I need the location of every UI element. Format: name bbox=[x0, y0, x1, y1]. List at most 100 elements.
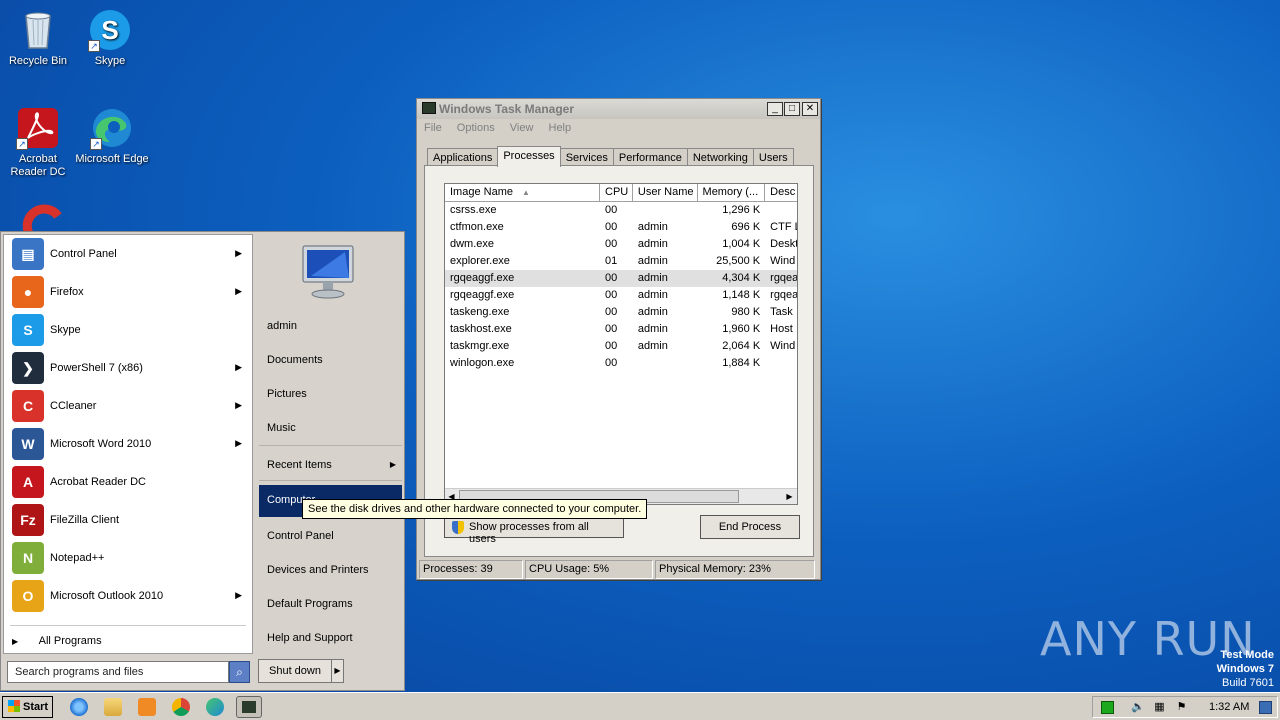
green-status-icon[interactable] bbox=[1101, 701, 1114, 714]
network-icon[interactable]: ▦ bbox=[1153, 701, 1166, 714]
process-user: admin bbox=[637, 340, 668, 352]
close-button[interactable]: ✕ bbox=[802, 102, 818, 116]
media-player-icon[interactable] bbox=[138, 698, 156, 716]
desktop-icon-label: Skype bbox=[94, 55, 126, 67]
process-row[interactable]: taskeng.exe 00 admin 980 K Task bbox=[445, 304, 797, 321]
desktop-icon-label: Recycle Bin bbox=[8, 55, 68, 67]
program-label: Control Panel bbox=[50, 248, 117, 260]
build-label: Build 7601 bbox=[1222, 677, 1274, 689]
end-process-button[interactable]: End Process bbox=[700, 515, 800, 539]
column-memory[interactable]: Memory (... bbox=[698, 184, 766, 201]
process-memory: 25,500 K bbox=[716, 255, 761, 267]
program-item[interactable]: N Notepad++ bbox=[4, 539, 252, 577]
program-item[interactable]: ❯ PowerShell 7 (x86) ▶ bbox=[4, 349, 252, 387]
program-label: PowerShell 7 (x86) bbox=[50, 362, 143, 374]
program-item[interactable]: ▤ Control Panel ▶ bbox=[4, 235, 252, 273]
process-user bbox=[633, 355, 698, 372]
filezilla-icon: Fz bbox=[12, 504, 44, 536]
show-all-processes-button[interactable]: Show processes from all users bbox=[444, 516, 624, 545]
program-item[interactable]: A Acrobat Reader DC bbox=[4, 463, 252, 501]
edge-icon[interactable] bbox=[206, 698, 224, 716]
process-user: admin bbox=[637, 289, 668, 301]
recent-items-link[interactable]: Recent Items ▶ bbox=[259, 452, 402, 478]
process-row[interactable]: ctfmon.exe 00 admin 696 K CTF L bbox=[445, 219, 797, 236]
menu-file[interactable]: File bbox=[424, 122, 442, 134]
music-link[interactable]: Music bbox=[259, 415, 402, 441]
process-row[interactable]: dwm.exe 00 admin 1,004 K Deskt bbox=[445, 236, 797, 253]
outlook-icon: O bbox=[12, 580, 44, 612]
search-input[interactable]: Search programs and files bbox=[7, 661, 229, 683]
process-memory: 696 K bbox=[731, 221, 761, 233]
default-programs-link[interactable]: Default Programs bbox=[259, 591, 402, 617]
control-panel-link[interactable]: Control Panel bbox=[259, 523, 402, 549]
program-item[interactable]: W Microsoft Word 2010 ▶ bbox=[4, 425, 252, 463]
column-description[interactable]: Desc bbox=[765, 184, 797, 201]
process-user: admin bbox=[637, 323, 668, 335]
help-support-link[interactable]: Help and Support bbox=[259, 625, 402, 651]
action-center-flag-icon[interactable]: ⚑ bbox=[1175, 701, 1188, 714]
menu-view[interactable]: View bbox=[510, 122, 534, 134]
internet-explorer-icon[interactable] bbox=[70, 698, 88, 716]
column-user-name[interactable]: User Name bbox=[633, 184, 698, 201]
start-button[interactable]: Start bbox=[2, 696, 53, 718]
process-name: csrss.exe bbox=[450, 204, 497, 216]
all-programs-button[interactable]: ▶ All Programs bbox=[12, 635, 102, 647]
process-row[interactable]: taskmgr.exe 00 admin 2,064 K Wind bbox=[445, 338, 797, 355]
user-admin-link[interactable]: admin bbox=[259, 313, 402, 339]
shortcut-arrow-icon: ↗ bbox=[88, 40, 100, 52]
desktop-icon-acrobat[interactable]: ↗ Acrobat Reader DC bbox=[0, 106, 76, 179]
desktop-icon-skype[interactable]: S ↗ Skype bbox=[72, 8, 148, 68]
column-cpu[interactable]: CPU bbox=[600, 184, 633, 201]
scroll-right-icon[interactable]: ▶ bbox=[783, 490, 796, 503]
process-user: admin bbox=[637, 221, 668, 233]
process-list-header: Image Name ▲ CPU User Name Memory (... D… bbox=[445, 184, 797, 202]
process-cpu: 00 bbox=[605, 357, 618, 369]
skype-icon: S ↗ bbox=[88, 8, 132, 52]
program-item[interactable]: Fz FileZilla Client bbox=[4, 501, 252, 539]
menu-options[interactable]: Options bbox=[457, 122, 495, 134]
process-cpu: 00 bbox=[605, 306, 618, 318]
title-bar[interactable]: Windows Task Manager _ □ ✕ bbox=[417, 99, 820, 119]
column-image-name[interactable]: Image Name ▲ bbox=[445, 184, 601, 201]
process-cpu: 01 bbox=[605, 255, 618, 267]
clock[interactable]: 1:32 AM bbox=[1209, 701, 1249, 713]
arrow-right-icon: ▶ bbox=[12, 637, 19, 646]
maximize-button[interactable]: □ bbox=[784, 102, 800, 116]
explorer-folder-icon[interactable] bbox=[104, 698, 122, 716]
program-item[interactable]: S Skype bbox=[4, 311, 252, 349]
program-item[interactable]: O Microsoft Outlook 2010 ▶ bbox=[4, 577, 252, 615]
process-row[interactable]: rgqeaggf.exe 00 admin 4,304 K rgqea bbox=[445, 270, 797, 287]
process-row[interactable]: winlogon.exe 00 1,884 K bbox=[445, 355, 797, 372]
process-name: explorer.exe bbox=[450, 255, 510, 267]
program-item[interactable]: C CCleaner ▶ bbox=[4, 387, 252, 425]
chrome-icon[interactable] bbox=[172, 698, 190, 716]
shut-down-options-button[interactable]: ▶ bbox=[332, 659, 344, 683]
process-row[interactable]: csrss.exe 00 1,296 K bbox=[445, 202, 797, 219]
process-user: admin bbox=[637, 238, 668, 250]
arrow-right-icon: ▶ bbox=[235, 590, 242, 600]
program-item[interactable]: ● Firefox ▶ bbox=[4, 273, 252, 311]
desktop-icon-edge[interactable]: ↗ Microsoft Edge bbox=[74, 106, 150, 166]
process-description: CTF L bbox=[770, 221, 797, 233]
process-row[interactable]: taskhost.exe 00 admin 1,960 K Host bbox=[445, 321, 797, 338]
os-label: Windows 7 bbox=[1216, 663, 1274, 675]
desktop-icon-recycle-bin[interactable]: Recycle Bin bbox=[0, 8, 76, 68]
program-label: Microsoft Outlook 2010 bbox=[50, 590, 164, 602]
search-icon[interactable]: ⌕ bbox=[229, 661, 250, 683]
tab-processes[interactable]: Processes bbox=[497, 146, 561, 167]
documents-link[interactable]: Documents bbox=[259, 347, 402, 373]
devices-printers-link[interactable]: Devices and Printers bbox=[259, 557, 402, 583]
process-list[interactable]: Image Name ▲ CPU User Name Memory (... D… bbox=[444, 183, 798, 505]
process-name: taskeng.exe bbox=[450, 306, 510, 318]
shut-down-button[interactable]: Shut down bbox=[258, 659, 332, 683]
show-desktop-icon[interactable] bbox=[1259, 701, 1272, 714]
menu-help[interactable]: Help bbox=[549, 122, 572, 134]
pictures-link[interactable]: Pictures bbox=[259, 381, 402, 407]
show-all-label: Show processes from all users bbox=[469, 521, 589, 545]
minimize-button[interactable]: _ bbox=[767, 102, 783, 116]
process-row[interactable]: rgqeaggf.exe 00 admin 1,148 K rgqea bbox=[445, 287, 797, 304]
task-manager-taskbar-icon[interactable] bbox=[236, 696, 262, 718]
process-row[interactable]: explorer.exe 01 admin 25,500 K Wind bbox=[445, 253, 797, 270]
speaker-icon[interactable]: 🔈 bbox=[1131, 701, 1145, 714]
process-user: admin bbox=[637, 255, 668, 267]
